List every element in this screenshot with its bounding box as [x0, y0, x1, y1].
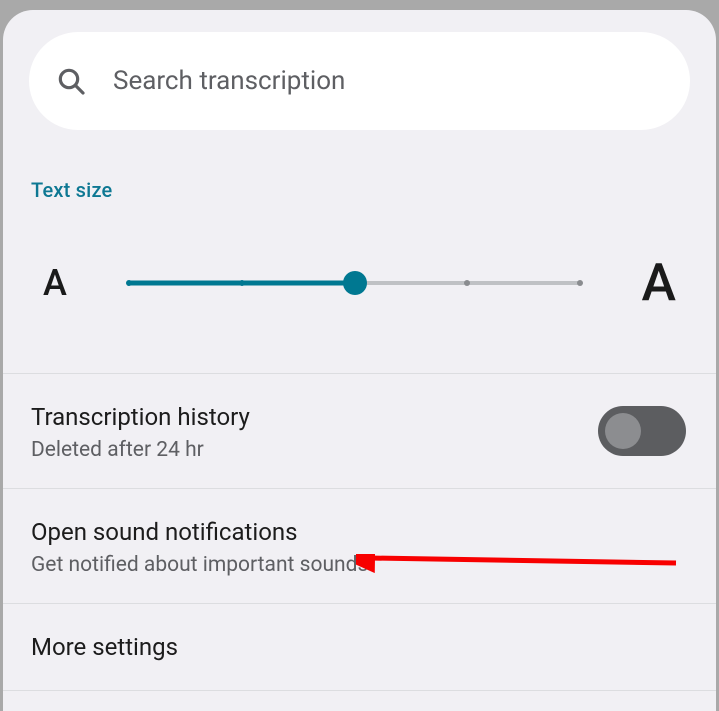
- text-size-header: Text size: [3, 130, 716, 202]
- item-texts: Transcription history Deleted after 24 h…: [31, 400, 598, 462]
- more-settings-item[interactable]: More settings: [3, 604, 716, 691]
- text-size-slider[interactable]: [129, 273, 580, 293]
- transcription-history-item[interactable]: Transcription history Deleted after 24 h…: [3, 374, 716, 488]
- text-size-large-label: A: [616, 252, 676, 313]
- settings-sheet: Text size A A Transcription history Dele…: [3, 10, 716, 711]
- item-texts: Open sound notifications Get notified ab…: [31, 515, 688, 577]
- slider-tick: [464, 280, 470, 286]
- item-subtitle: Get notified about important sounds: [31, 553, 688, 577]
- toggle-knob: [605, 413, 641, 449]
- item-texts: More settings: [31, 630, 688, 665]
- search-input[interactable]: [113, 66, 670, 96]
- item-title: More settings: [31, 630, 688, 665]
- text-size-slider-row: A A: [3, 202, 716, 373]
- open-sound-notifications-item[interactable]: Open sound notifications Get notified ab…: [3, 489, 716, 603]
- transcription-history-toggle[interactable]: [598, 406, 686, 456]
- slider-thumb[interactable]: [343, 271, 367, 295]
- slider-tick: [239, 280, 245, 286]
- slider-tick: [126, 280, 132, 286]
- text-size-small-label: A: [43, 262, 93, 304]
- item-title: Transcription history: [31, 400, 598, 435]
- item-title: Open sound notifications: [31, 515, 688, 550]
- search-icon: [55, 65, 87, 97]
- divider: [3, 690, 716, 691]
- search-bar[interactable]: [29, 32, 690, 130]
- slider-tick: [577, 280, 583, 286]
- item-subtitle: Deleted after 24 hr: [31, 438, 598, 462]
